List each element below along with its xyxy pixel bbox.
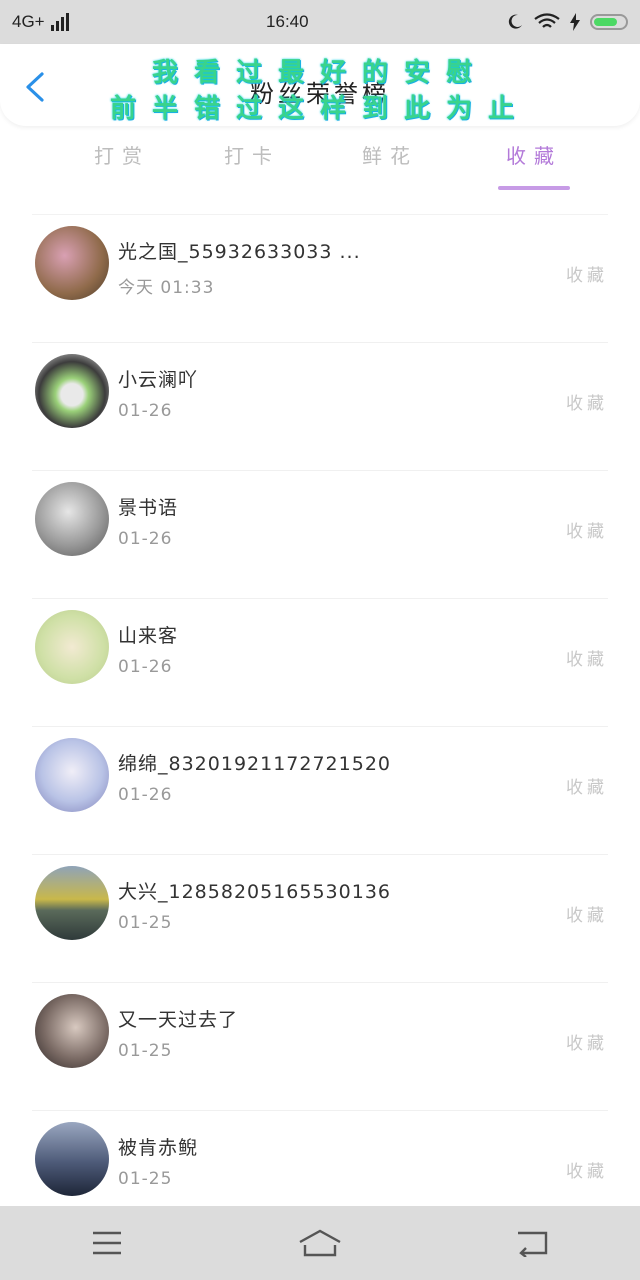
- tab-bar: 打赏 打卡 鲜花 收藏: [0, 140, 640, 194]
- user-name: 小云澜吖: [118, 369, 199, 391]
- status-left: 4G+: [12, 12, 69, 32]
- overlay-caption-bottom: 前半错过这样到此为止: [109, 94, 530, 124]
- user-name: 光之国_55932633033 ...: [118, 241, 361, 263]
- favorite-label: 收藏: [566, 522, 608, 542]
- user-time: 01-26: [118, 401, 173, 421]
- status-bar: 4G+ 16:40: [0, 0, 640, 44]
- user-name: 景书语: [118, 497, 179, 519]
- user-time: 01-25: [118, 913, 173, 933]
- network-type: 4G+: [12, 12, 45, 31]
- favorite-label: 收藏: [566, 650, 608, 670]
- list-item[interactable]: 大兴_12858205165530136 01-25 收藏: [32, 854, 608, 982]
- avatar: [35, 994, 109, 1068]
- system-nav-bar: [0, 1206, 640, 1280]
- favorite-label: 收藏: [566, 266, 608, 286]
- avatar: [35, 610, 109, 684]
- avatar: [35, 482, 109, 556]
- tab-tip[interactable]: 打赏: [62, 140, 182, 169]
- tab-checkin[interactable]: 打卡: [192, 140, 312, 169]
- user-name: 山来客: [118, 625, 179, 647]
- menu-icon: [92, 1231, 121, 1255]
- clock: 16:40: [266, 12, 309, 31]
- user-name: 大兴_12858205165530136: [118, 881, 392, 903]
- user-time: 01-25: [118, 1041, 173, 1061]
- avatar: [35, 866, 109, 940]
- battery-icon: [590, 14, 628, 30]
- list-item[interactable]: 光之国_55932633033 ... 今天 01:33 收藏: [32, 214, 608, 342]
- home-button[interactable]: [290, 1223, 350, 1263]
- overlay-caption-top: 我看过最好的安慰: [151, 58, 488, 88]
- favorite-label: 收藏: [566, 1162, 608, 1182]
- back-button[interactable]: [503, 1223, 563, 1263]
- charging-icon: [570, 13, 580, 31]
- user-name: 绵绵_83201921172721520: [118, 753, 392, 775]
- user-name: 被肯赤鲵: [118, 1137, 199, 1159]
- home-icon: [299, 1229, 341, 1257]
- user-time: 01-26: [118, 529, 173, 549]
- favorite-label: 收藏: [566, 906, 608, 926]
- avatar: [35, 354, 109, 428]
- user-time: 01-26: [118, 657, 173, 677]
- list-item[interactable]: 绵绵_83201921172721520 01-26 收藏: [32, 726, 608, 854]
- list-item[interactable]: 山来客 01-26 收藏: [32, 598, 608, 726]
- status-right: [506, 13, 628, 31]
- active-tab-indicator: [498, 186, 570, 190]
- wifi-icon: [534, 13, 560, 28]
- menu-button[interactable]: [77, 1223, 137, 1263]
- back-arrow-icon: [518, 1231, 548, 1257]
- favorite-label: 收藏: [566, 778, 608, 798]
- list-item[interactable]: 景书语 01-26 收藏: [32, 470, 608, 598]
- moon-icon: [508, 14, 522, 29]
- avatar: [35, 226, 109, 300]
- favorite-label: 收藏: [566, 394, 608, 414]
- tab-favorites[interactable]: 收藏: [474, 140, 594, 169]
- favorite-label: 收藏: [566, 1034, 608, 1054]
- user-time: 01-26: [118, 785, 173, 805]
- user-name: 又一天过去了: [118, 1009, 239, 1031]
- signal-icon: [50, 13, 69, 31]
- list-item[interactable]: 又一天过去了 01-25 收藏: [32, 982, 608, 1110]
- avatar: [35, 1122, 109, 1196]
- fan-list: 光之国_55932633033 ... 今天 01:33 收藏 小云澜吖 01-…: [0, 214, 640, 1238]
- user-time: 今天 01:33: [118, 278, 215, 298]
- user-time: 01-25: [118, 1169, 173, 1189]
- list-item[interactable]: 小云澜吖 01-26 收藏: [32, 342, 608, 470]
- avatar: [35, 738, 109, 812]
- tab-flowers[interactable]: 鲜花: [330, 140, 450, 169]
- page-header: 粉丝荣誉榜 我看过最好的安慰 前半错过这样到此为止: [0, 44, 640, 126]
